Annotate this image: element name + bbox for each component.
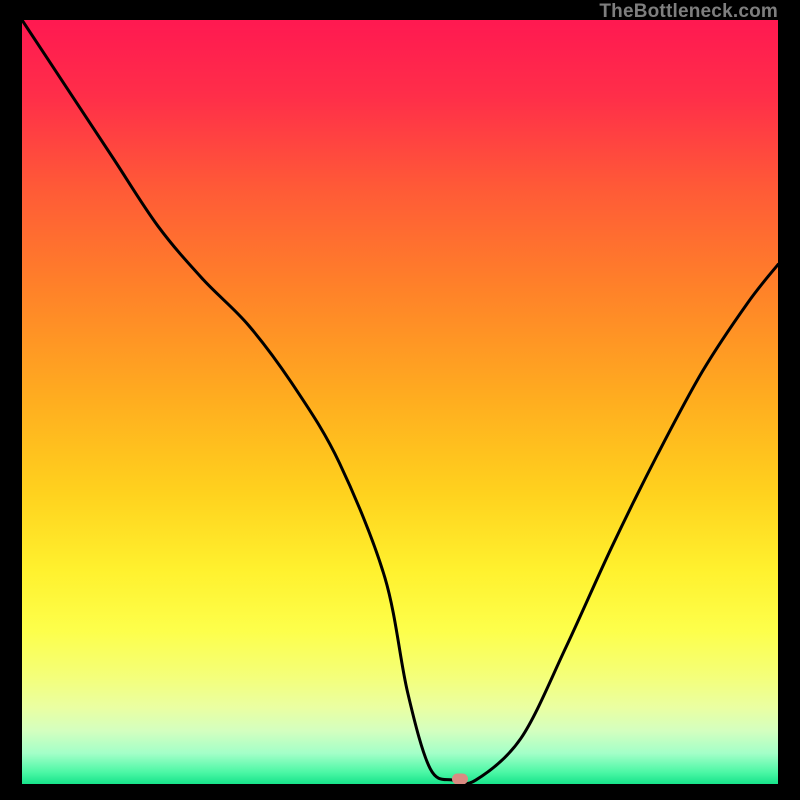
optimal-point-marker [452, 774, 468, 784]
watermark-text: TheBottleneck.com [599, 1, 778, 23]
bottleneck-curve [22, 20, 778, 784]
plot-area [22, 20, 778, 784]
chart-frame: TheBottleneck.com [0, 0, 800, 800]
